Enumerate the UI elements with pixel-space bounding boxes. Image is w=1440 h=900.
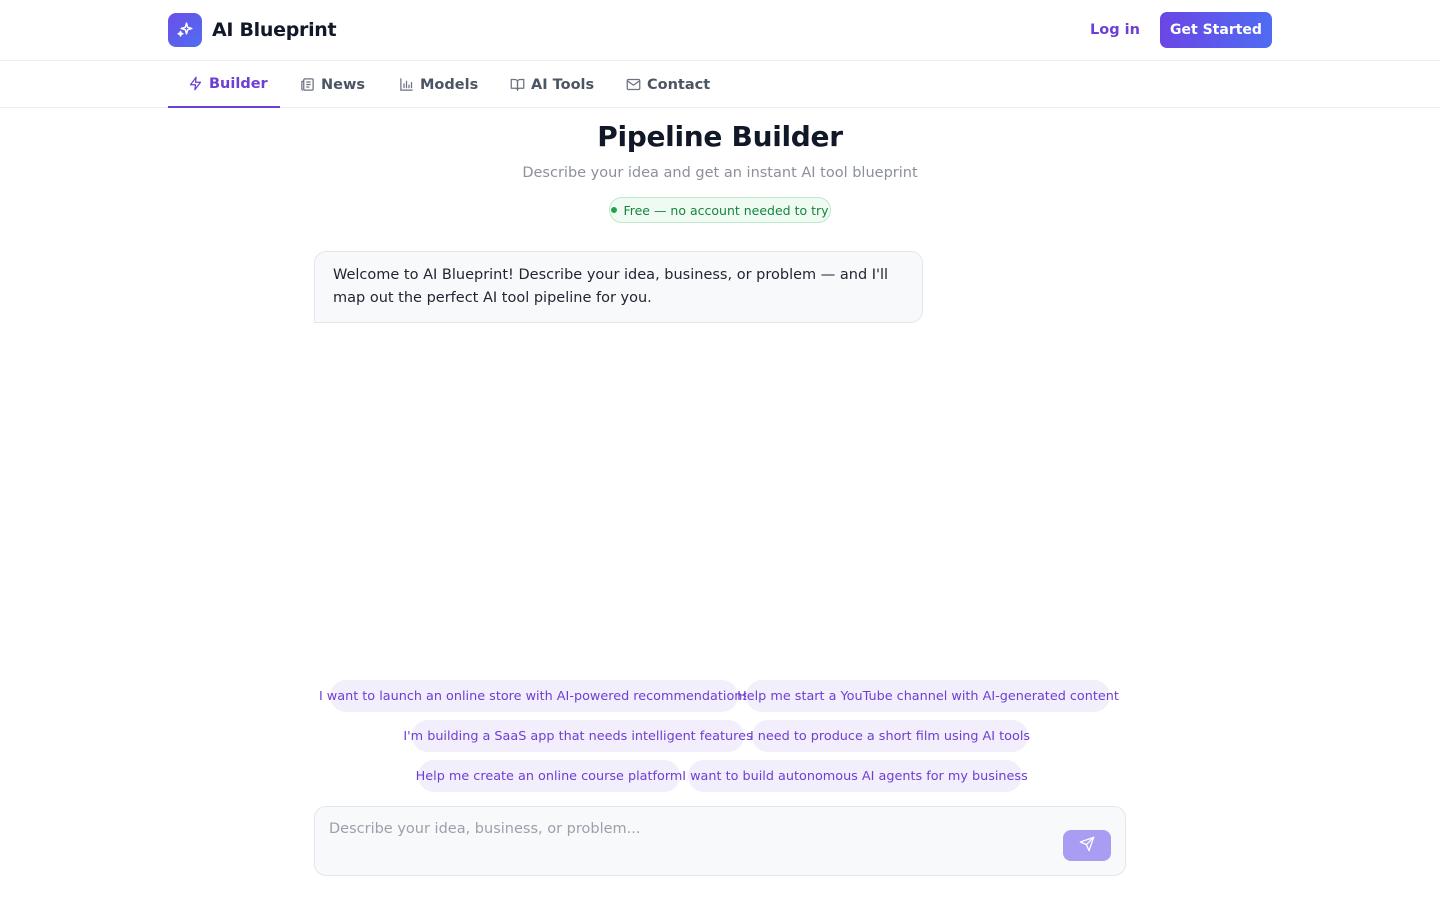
tab-label: AI Tools xyxy=(531,76,595,93)
tab-news[interactable]: News xyxy=(280,61,385,108)
suggestion-chip[interactable]: I need to produce a short film using AI … xyxy=(750,720,1030,752)
badge-label: Free — no account needed to try xyxy=(623,202,829,218)
send-icon xyxy=(1079,836,1095,855)
assistant-welcome-message: Welcome to AI Blueprint! Describe your i… xyxy=(314,251,923,323)
zap-icon xyxy=(188,76,203,91)
tab-label: Builder xyxy=(209,75,268,92)
tab-ai-tools[interactable]: AI Tools xyxy=(490,61,614,108)
bar-chart-icon xyxy=(399,77,414,92)
tab-label: Contact xyxy=(647,76,711,93)
send-button[interactable] xyxy=(1063,830,1111,861)
mail-icon xyxy=(626,77,641,92)
suggestion-chip[interactable]: Help me create an online course platform xyxy=(416,760,682,792)
free-badge: Free — no account needed to try xyxy=(609,197,831,223)
get-started-button[interactable]: Get Started xyxy=(1160,12,1272,48)
suggestion-chip[interactable]: I'm building a SaaS app that needs intel… xyxy=(403,720,753,752)
idea-input[interactable] xyxy=(329,821,1059,865)
login-button[interactable]: Log in xyxy=(1082,18,1148,42)
tab-label: Models xyxy=(420,76,479,93)
page-subtitle: Describe your idea and get an instant AI… xyxy=(522,165,918,181)
main-nav: Builder News Models AI Tools Contact xyxy=(0,61,1440,108)
brand-logo-link[interactable]: AI Blueprint xyxy=(168,13,337,47)
brand-name: AI Blueprint xyxy=(212,19,337,41)
suggestion-chip[interactable]: I want to build autonomous AI agents for… xyxy=(682,760,1028,792)
suggestion-chip[interactable]: I want to launch an online store with AI… xyxy=(319,680,749,712)
tab-models[interactable]: Models xyxy=(379,61,498,108)
book-open-icon xyxy=(510,77,525,92)
tab-contact[interactable]: Contact xyxy=(606,61,730,108)
tab-label: News xyxy=(321,76,365,93)
message-composer xyxy=(314,806,1126,876)
page-title: Pipeline Builder xyxy=(597,120,843,153)
tab-builder[interactable]: Builder xyxy=(168,61,280,108)
newspaper-icon xyxy=(300,77,315,92)
status-dot-icon xyxy=(611,207,618,213)
sparkles-icon xyxy=(168,13,202,47)
top-header: AI Blueprint Log in Get Started xyxy=(0,0,1440,61)
suggestion-chip[interactable]: Help me start a YouTube channel with AI-… xyxy=(737,680,1119,712)
